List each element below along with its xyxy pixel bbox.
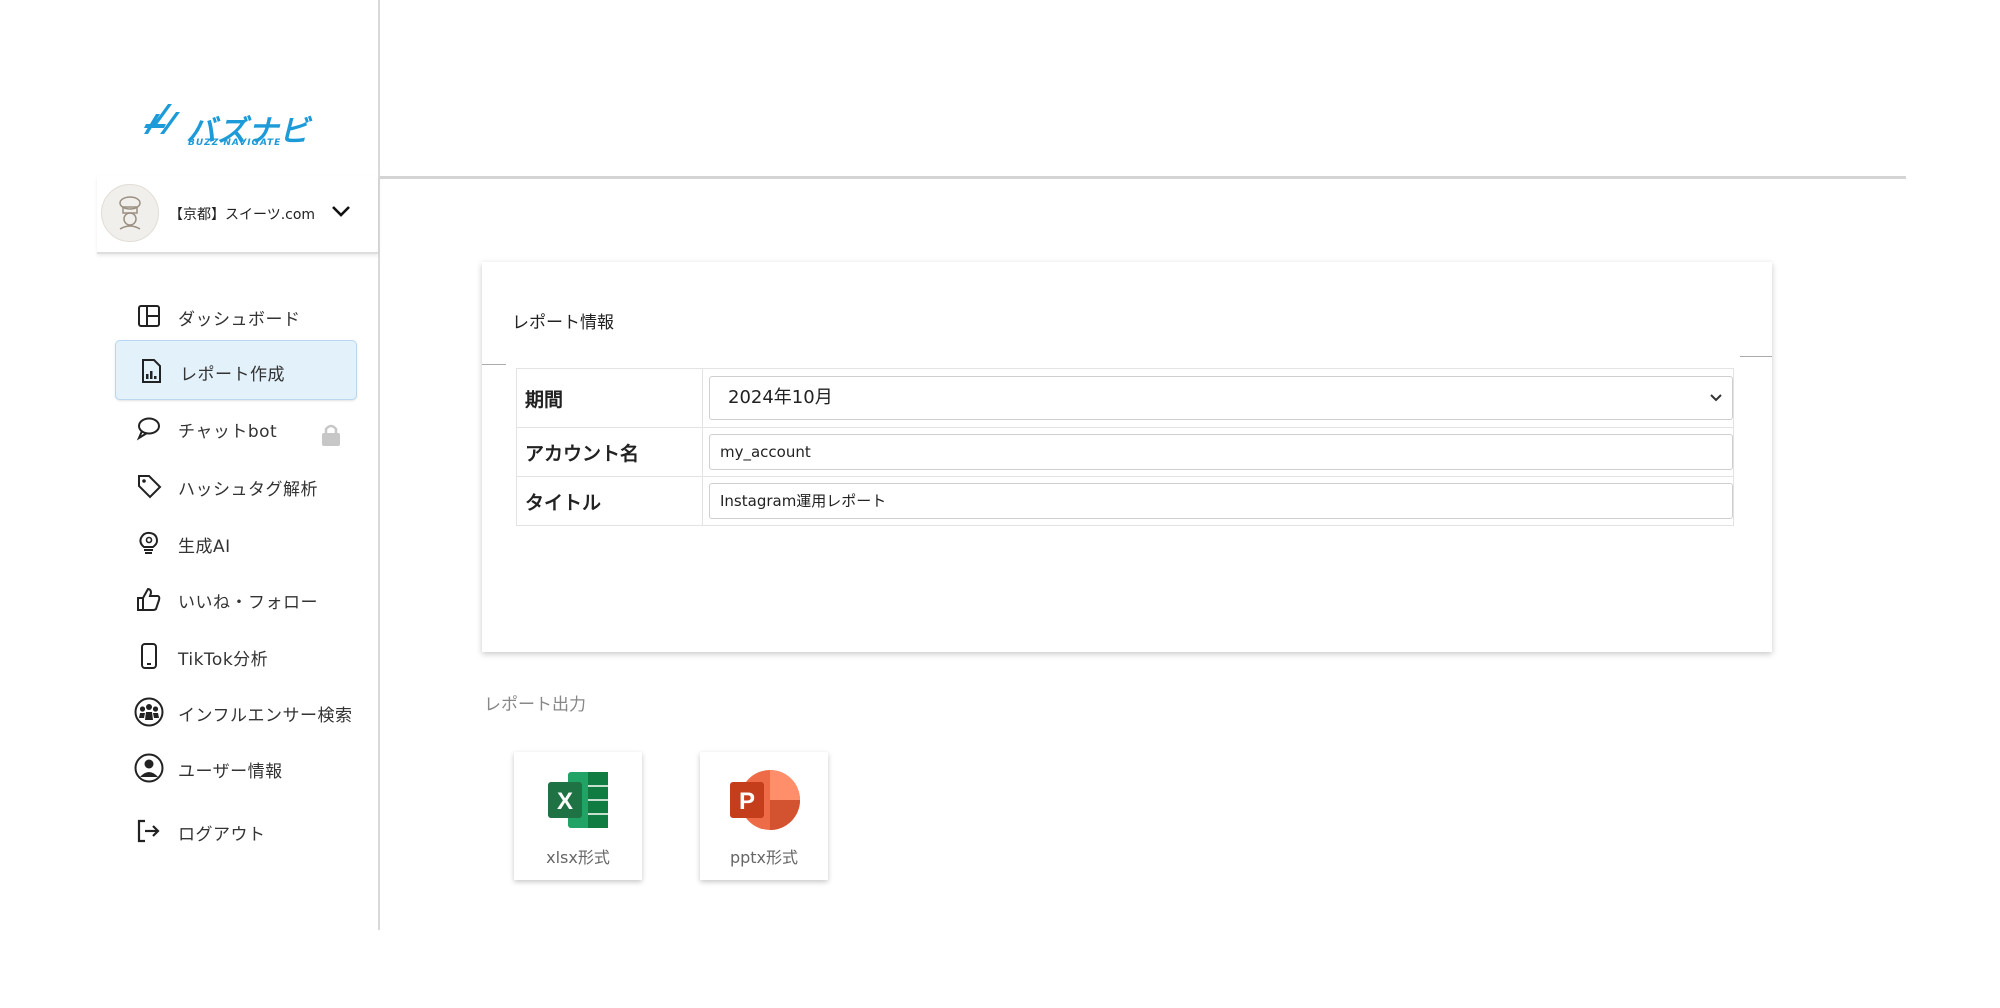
sidebar-item-label: ハッシュタグ解析 (178, 480, 318, 500)
sidebar-item-user-info[interactable]: ユーザー情報 (114, 738, 354, 796)
report-info-table: 期間 2024年10月 アカウント名 my_account タイトル Insta… (516, 368, 1734, 526)
table-row: 期間 2024年10月 (516, 368, 1734, 428)
account-name-value: my_account (720, 443, 811, 461)
table-row: タイトル Instagram運用レポート (516, 476, 1734, 526)
sidebar: バズナビ BUZZ NAVIGATE 【京都】スイーツ.com ダッシュボード (0, 0, 380, 930)
report-output-label: レポート出力 (484, 695, 586, 715)
title-cell: Instagram運用レポート (702, 476, 1734, 526)
sidebar-item-chatbot[interactable]: チャットbot (114, 398, 354, 456)
sidebar-item-hashtag[interactable]: ハッシュタグ解析 (114, 456, 354, 514)
account-name-input[interactable]: my_account (709, 434, 1733, 470)
period-value: 2024年10月 (728, 387, 833, 408)
lock-icon (322, 424, 340, 446)
account-name: 【京都】スイーツ.com (169, 207, 316, 223)
phone-icon (141, 643, 157, 669)
avatar (101, 184, 159, 242)
divider (482, 364, 506, 365)
sidebar-item-label: チャットbot (178, 422, 278, 442)
sidebar-item-label: いいね・フォロー (178, 593, 318, 613)
logout-icon (137, 819, 160, 843)
sidebar-item-label: ログアウト (178, 825, 266, 845)
logo-mark-icon (144, 104, 180, 134)
sidebar-item-tiktok[interactable]: TikTok分析 (114, 626, 354, 684)
title-value: Instagram運用レポート (720, 492, 887, 510)
account-switcher[interactable]: 【京都】スイーツ.com (97, 176, 378, 254)
sidebar-item-label: レポート作成 (180, 365, 285, 385)
sidebar-item-report[interactable]: レポート作成 (115, 340, 357, 400)
chevron-down-icon[interactable] (330, 200, 352, 222)
card-title: レポート情報 (512, 313, 614, 333)
table-row: アカウント名 my_account (516, 427, 1734, 477)
report-info-card: レポート情報 期間 2024年10月 アカウント名 my_account タイト… (482, 262, 1772, 652)
account-name-label: アカウント名 (516, 427, 703, 477)
sidebar-item-label: インフルエンサー検索 (178, 706, 353, 726)
sidebar-item-likes-follow[interactable]: いいね・フォロー (114, 569, 354, 627)
xlsx-label: xlsx形式 (546, 848, 610, 867)
period-label: 期間 (516, 368, 703, 428)
export-pptx-button[interactable]: P pptx形式 (700, 752, 828, 880)
period-select[interactable]: 2024年10月 (709, 376, 1733, 420)
sidebar-item-influencer-search[interactable]: インフルエンサー検索 (114, 682, 354, 740)
svg-text:X: X (557, 788, 573, 815)
chevron-down-icon (1710, 394, 1722, 402)
people-icon (134, 697, 164, 727)
logo-subtext: BUZZ NAVIGATE (188, 138, 282, 148)
sidebar-item-label: ダッシュボード (178, 310, 301, 330)
chef-avatar-icon (119, 196, 141, 230)
header-divider (380, 176, 1906, 179)
dashboard-icon (138, 305, 160, 327)
powerpoint-icon: P (730, 770, 800, 830)
report-icon (142, 359, 161, 383)
account-name-cell: my_account (702, 427, 1734, 477)
chat-icon (136, 417, 160, 441)
sidebar-item-label: TikTok分析 (178, 650, 269, 670)
sidebar-item-generative-ai[interactable]: 生成AI (114, 513, 354, 571)
user-icon (134, 753, 164, 783)
tag-icon (138, 475, 162, 499)
pptx-label: pptx形式 (729, 848, 799, 867)
sidebar-item-label: ユーザー情報 (178, 762, 283, 782)
thumbs-up-icon (137, 587, 161, 611)
sidebar-item-logout[interactable]: ログアウト (114, 801, 354, 859)
period-cell: 2024年10月 (702, 368, 1734, 428)
lightbulb-icon (139, 531, 159, 554)
sidebar-item-dashboard[interactable]: ダッシュボード (114, 286, 354, 344)
brand-logo[interactable]: バズナビ BUZZ NAVIGATE (140, 100, 340, 150)
sidebar-item-label: 生成AI (178, 537, 231, 557)
divider (1740, 356, 1772, 357)
title-input[interactable]: Instagram運用レポート (709, 483, 1733, 519)
title-label: タイトル (516, 476, 703, 526)
svg-text:P: P (739, 788, 755, 815)
excel-icon: X (548, 772, 608, 828)
export-xlsx-button[interactable]: X xlsx形式 (514, 752, 642, 880)
